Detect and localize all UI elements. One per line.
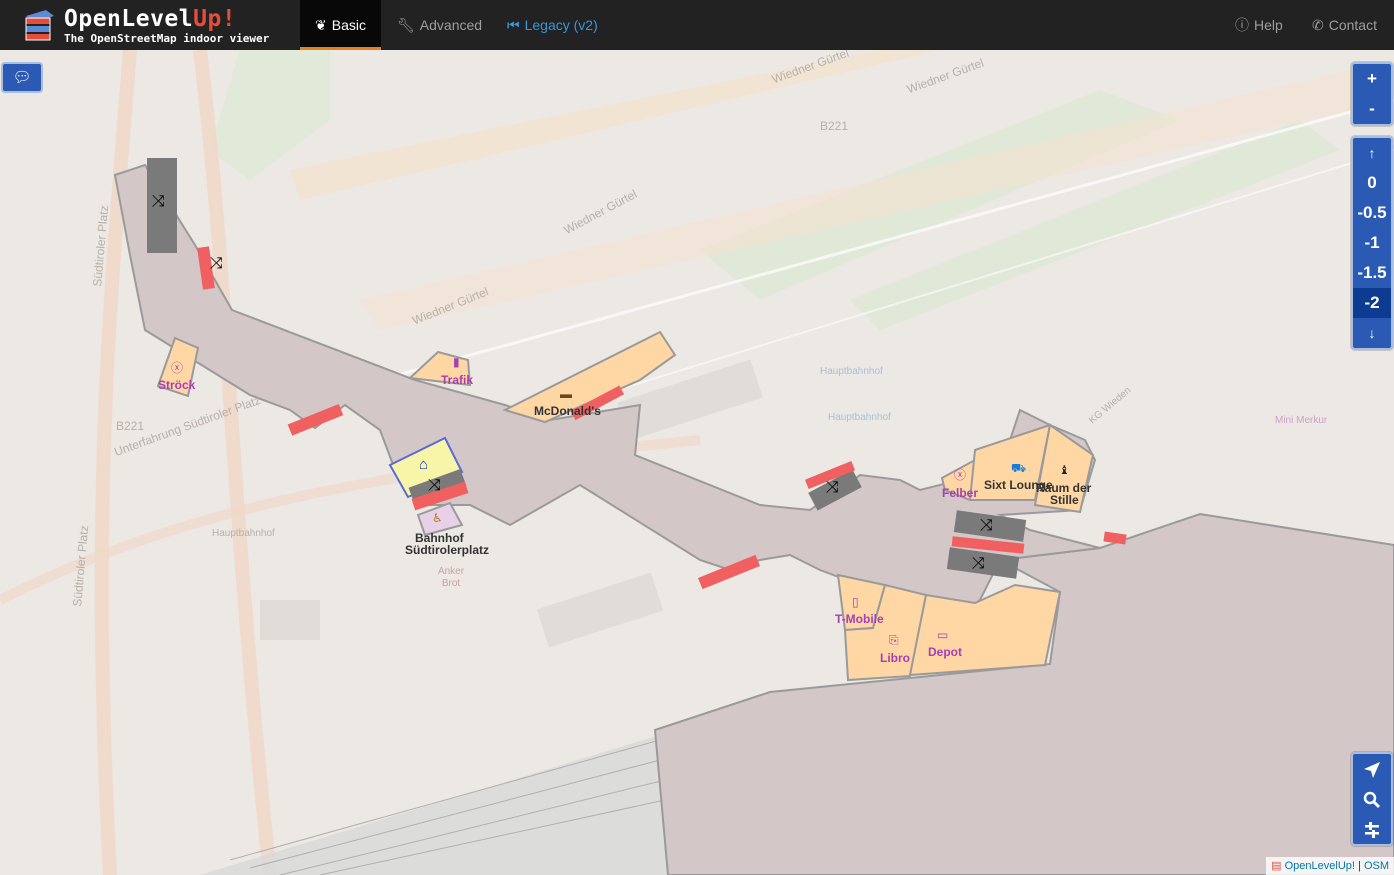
level-minus-1-5-button[interactable]: -1.5	[1353, 258, 1391, 288]
help-link[interactable]: ⓘ Help	[1220, 0, 1298, 50]
fast-food-icon: ▬	[560, 387, 572, 401]
tobacco-icon: ▮	[453, 355, 460, 369]
info-icon: ⓘ	[1235, 17, 1249, 33]
tab-advanced-label: Advanced	[419, 17, 483, 33]
comment-icon: 💬︎	[12, 69, 32, 86]
shop-label-trafik[interactable]: Trafik	[441, 374, 473, 386]
map-canvas[interactable]	[0, 50, 1394, 875]
tab-basic-label: Basic	[331, 17, 366, 33]
navbar: OpenLevelUp! The OpenStreetMap indoor vi…	[0, 0, 1394, 50]
level-minus-2-button[interactable]: -2	[1353, 288, 1391, 318]
search-button[interactable]	[1353, 784, 1391, 814]
level-minus-1-button[interactable]: -1	[1353, 228, 1391, 258]
tab-basic[interactable]: ❦ Basic	[300, 0, 381, 50]
level-minus-0-5-button[interactable]: -0.5	[1353, 198, 1391, 228]
shop-label: Mini Merkur	[1275, 415, 1328, 426]
place-label-stille[interactable]: Stille	[1050, 494, 1079, 506]
shop-label-depot[interactable]: Depot	[928, 646, 962, 658]
tab-legacy-label: Legacy (v2)	[524, 17, 598, 33]
locate-button[interactable]	[1353, 754, 1391, 784]
locate-icon	[1364, 761, 1380, 778]
attribution-separator: |	[1354, 860, 1364, 872]
tools-control	[1351, 752, 1393, 846]
shop-label-tmobile[interactable]: T-Mobile	[835, 613, 884, 625]
brand-subtitle: The OpenStreetMap indoor viewer	[64, 32, 270, 45]
brand-logo[interactable]: OpenLevelUp! The OpenStreetMap indoor vi…	[22, 4, 292, 46]
escalator-icon: ⤨	[152, 193, 165, 210]
wheelchair-toilet-icon: ♿︎	[432, 511, 443, 525]
road-ref-label: B221	[820, 119, 849, 133]
shop-label-libro[interactable]: Libro	[880, 652, 910, 664]
shop-label-strock[interactable]: Ströck	[158, 379, 195, 391]
pretzel-icon: ⓧ	[954, 468, 967, 482]
place-label-sudtirolerplatz[interactable]: Südtirolerplatz	[405, 544, 489, 556]
brand-title-up: Up!	[193, 6, 237, 32]
level-down-button[interactable]: ↓	[1353, 318, 1391, 348]
logo-small-icon: ▤	[1271, 860, 1282, 872]
station-label: Hauptbahnhof	[820, 366, 883, 377]
shop-label-felber[interactable]: Felber	[942, 487, 978, 499]
escalator-icon: ⤨	[428, 477, 441, 494]
tab-advanced[interactable]: 🔧︎ Advanced	[382, 0, 497, 50]
help-label: Help	[1254, 17, 1283, 33]
prayer-icon: ♝	[1059, 463, 1070, 477]
brand-title-level: Level	[121, 6, 194, 32]
fast-backward-icon: ⏮︎	[507, 17, 520, 33]
attribution-osm-link[interactable]: OSM	[1364, 860, 1389, 872]
search-icon	[1363, 791, 1381, 808]
level-selector: ↑ 0 -0.5 -1 -1.5 -2 ↓	[1351, 136, 1393, 350]
station-label: Hauptbahnhof	[212, 528, 275, 539]
escalator-icon: ⤨	[826, 479, 839, 496]
leaf-icon: ❦	[315, 17, 327, 33]
contact-label: Contact	[1328, 17, 1377, 33]
zoom-control: + -	[1351, 62, 1393, 126]
map-attribution: ▤ OpenLevelUp! | OSM	[1266, 857, 1394, 875]
shop-label: Anker Brot	[437, 566, 465, 589]
ticket-office-icon: ⌂	[419, 456, 429, 473]
level-up-button[interactable]: ↑	[1353, 138, 1391, 168]
paperclip-icon: ⎘	[889, 633, 899, 647]
escalator-icon: ⤨	[210, 255, 223, 272]
zoom-in-button[interactable]: +	[1353, 64, 1391, 94]
road-ref-label: B221	[116, 419, 145, 433]
attribution-openlevelup-link[interactable]: OpenLevelUp!	[1285, 860, 1355, 872]
escalator-icon: ⤨	[972, 555, 985, 572]
brand-title-open: Open	[64, 6, 122, 32]
map-view[interactable]: Wiedner Gürtel Wiedner Gürtel Wiedner Gü…	[0, 50, 1394, 875]
sofa-icon: ▭	[937, 628, 949, 642]
car-icon: ⛟	[1011, 461, 1027, 475]
pretzel-icon: ⓧ	[171, 361, 184, 375]
escalator-icon: ⤨	[980, 517, 993, 534]
shop-label-mcdonalds[interactable]: McDonald's	[534, 405, 601, 417]
phone-icon: ✆	[1312, 17, 1324, 33]
logo-icon	[25, 10, 54, 41]
contact-link[interactable]: ✆ Contact	[1297, 0, 1392, 50]
message-button[interactable]: 💬︎	[1, 62, 43, 93]
mobile-phone-icon: ▯	[852, 595, 859, 609]
wrench-icon: 🔧︎	[397, 17, 415, 33]
filter-button[interactable]	[1353, 814, 1391, 844]
station-label: Hauptbahnhof	[828, 412, 891, 423]
zoom-out-button[interactable]: -	[1353, 94, 1391, 124]
brand-title: OpenLevelUp!	[64, 6, 236, 32]
level-0-button[interactable]: 0	[1353, 168, 1391, 198]
filter-icon	[1365, 821, 1379, 838]
tab-legacy[interactable]: ⏮︎ Legacy (v2)	[492, 0, 613, 50]
